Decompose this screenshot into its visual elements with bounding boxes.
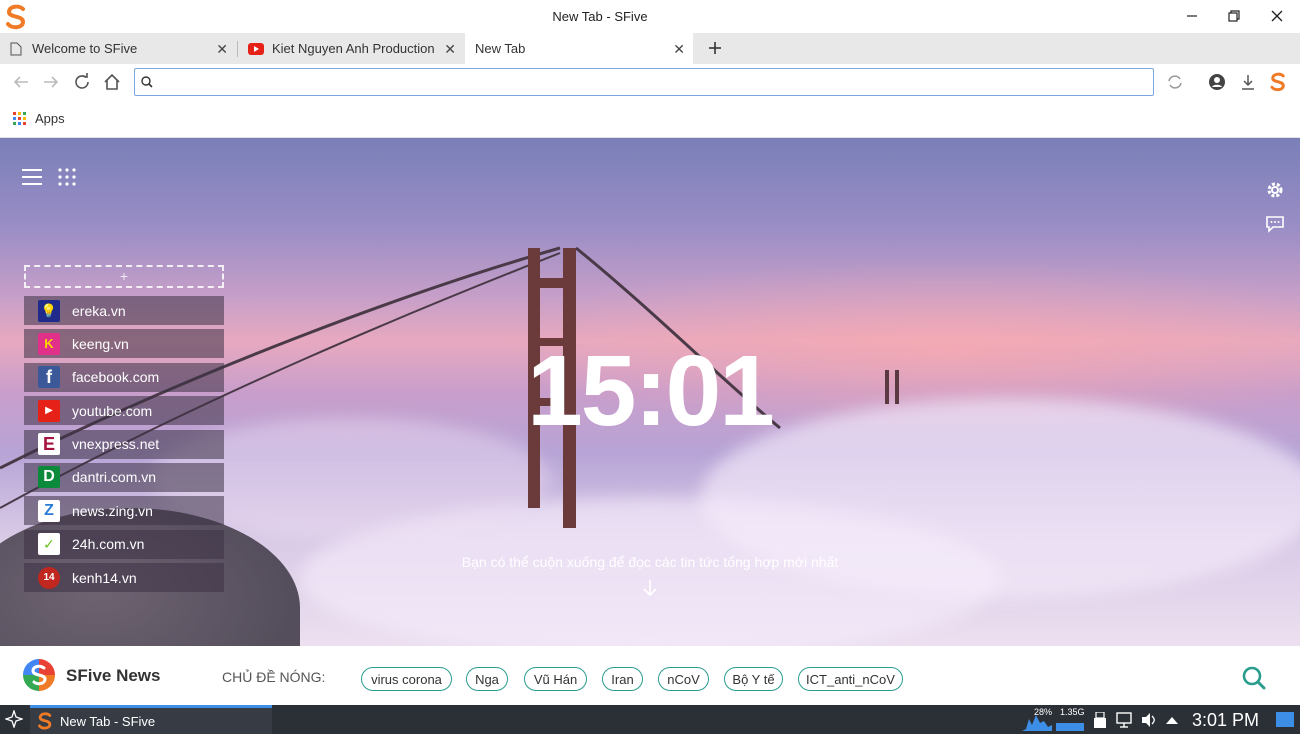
tab-close-icon[interactable]: ✕ (216, 41, 228, 58)
tab-new-tab[interactable]: New Tab ✕ (465, 33, 693, 64)
title-bar: New Tab - SFive (0, 0, 1300, 33)
site-label: kenh14.vn (72, 569, 137, 586)
window-title: New Tab - SFive (552, 9, 648, 24)
start-menu-icon[interactable] (5, 710, 23, 728)
notification-icon[interactable] (1276, 712, 1294, 727)
sync-button[interactable] (1163, 70, 1187, 94)
account-icon (1209, 74, 1225, 90)
site-item-ereka[interactable]: 💡 ereka.vn (24, 296, 224, 325)
gear-icon[interactable] (1265, 180, 1285, 200)
arrow-left-icon (13, 76, 28, 88)
site-label: 24h.com.vn (72, 536, 145, 553)
sfive-logo-icon (1270, 72, 1285, 92)
scroll-hint: Bạn có thể cuộn xuống để đọc các tin tức… (461, 554, 839, 570)
youtube-icon (248, 42, 264, 55)
tab-youtube[interactable]: Kiet Nguyen Anh Production ✕ (238, 33, 464, 64)
tab-strip: Welcome to SFive ✕ Kiet Nguyen Anh Produ… (0, 33, 1300, 64)
site-item-zing[interactable]: Z news.zing.vn (24, 496, 224, 526)
sync-icon (1168, 75, 1182, 89)
sfive-logo-icon (38, 712, 52, 730)
taskbar-clock[interactable]: 3:01 PM (1192, 710, 1259, 731)
taskbar-item-label: New Tab - SFive (60, 713, 156, 729)
new-tab-button[interactable] (702, 35, 728, 61)
reload-icon (75, 73, 89, 89)
tab-close-icon[interactable]: ✕ (444, 41, 456, 58)
hot-topics-label: CHỦ ĐỀ NÓNG: (222, 669, 326, 685)
address-input[interactable] (157, 71, 1147, 93)
tab-welcome[interactable]: Welcome to SFive ✕ (0, 33, 236, 64)
download-button[interactable] (1236, 70, 1260, 94)
dantri-icon: D (38, 466, 60, 489)
news-title: SFive News (66, 666, 161, 685)
reload-button[interactable] (70, 70, 94, 94)
tab-label: Kiet Nguyen Anh Production (272, 41, 435, 56)
close-window-button[interactable] (1257, 4, 1297, 28)
search-icon[interactable] (1242, 666, 1266, 690)
tab-label: Welcome to SFive (32, 41, 138, 56)
maximize-button[interactable] (1214, 4, 1254, 28)
forward-button[interactable] (39, 70, 63, 94)
cpu-usage: 28% (1034, 707, 1053, 717)
minimize-button[interactable] (1172, 4, 1212, 28)
plus-icon (709, 42, 721, 54)
apps-label: Apps (35, 111, 65, 126)
volume-icon[interactable] (1141, 712, 1157, 728)
news-bar: SFive News CHỦ ĐỀ NÓNG: virus corona Nga… (0, 646, 1300, 705)
new-tab-background: + 💡 ereka.vn K keeng.vn f facebook.com ▶… (0, 138, 1300, 646)
tab-close-icon[interactable]: ✕ (673, 41, 685, 58)
site-label: news.zing.vn (72, 502, 153, 519)
back-button[interactable] (9, 70, 33, 94)
apps-shortcut[interactable]: Apps (13, 111, 65, 126)
apps-grid-icon[interactable] (58, 168, 76, 186)
address-bar[interactable] (134, 68, 1154, 96)
topic-chip[interactable]: ICT_anti_nCoV (798, 667, 903, 691)
minimize-icon (1187, 15, 1197, 17)
topic-chip[interactable]: virus corona (361, 667, 452, 691)
24h-icon: ✓ (38, 533, 60, 556)
sfive-news-logo-icon (23, 659, 55, 691)
arrow-down-icon[interactable] (641, 578, 659, 598)
chat-icon[interactable] (1265, 214, 1285, 234)
network-icon[interactable] (1116, 712, 1134, 728)
add-site-tile[interactable]: + (24, 265, 224, 288)
topic-chip[interactable]: Bộ Y tế (724, 667, 783, 691)
site-label: ereka.vn (72, 302, 126, 319)
site-item-dantri[interactable]: D dantri.com.vn (24, 462, 224, 492)
account-button[interactable] (1205, 70, 1229, 94)
restore-icon (1228, 10, 1240, 22)
home-icon (104, 73, 120, 90)
page-icon (10, 42, 22, 55)
memory-usage: 1.35G (1060, 707, 1085, 717)
topic-chip[interactable]: Nga (466, 667, 508, 691)
topic-chip[interactable]: nCoV (658, 667, 709, 691)
tab-label: New Tab (475, 41, 526, 56)
topic-chip[interactable]: Vũ Hán (524, 667, 587, 691)
sfive-menu-button[interactable] (1266, 70, 1290, 94)
search-icon (141, 76, 153, 88)
big-clock: 15:01 (527, 335, 775, 447)
close-icon (1271, 10, 1283, 22)
download-icon (1242, 75, 1254, 90)
taskbar: New Tab - SFive 28% 1.35G 3:01 PM (0, 705, 1300, 734)
memory-graph-icon (1056, 723, 1084, 731)
zing-icon: Z (38, 499, 60, 522)
taskbar-item-sfive[interactable]: New Tab - SFive (30, 705, 272, 734)
arrow-right-icon (44, 76, 59, 88)
ereka-icon: 💡 (38, 299, 60, 322)
menu-icon[interactable] (22, 168, 42, 186)
topic-chip[interactable]: Iran (602, 667, 643, 691)
home-button[interactable] (100, 70, 124, 94)
site-label: dantri.com.vn (72, 469, 157, 486)
chevron-up-icon[interactable] (1166, 716, 1178, 724)
usb-icon[interactable] (1094, 712, 1106, 728)
bookmarks-bar: Apps (0, 101, 1300, 138)
apps-grid-icon (13, 112, 26, 125)
toolbar (0, 64, 1300, 101)
